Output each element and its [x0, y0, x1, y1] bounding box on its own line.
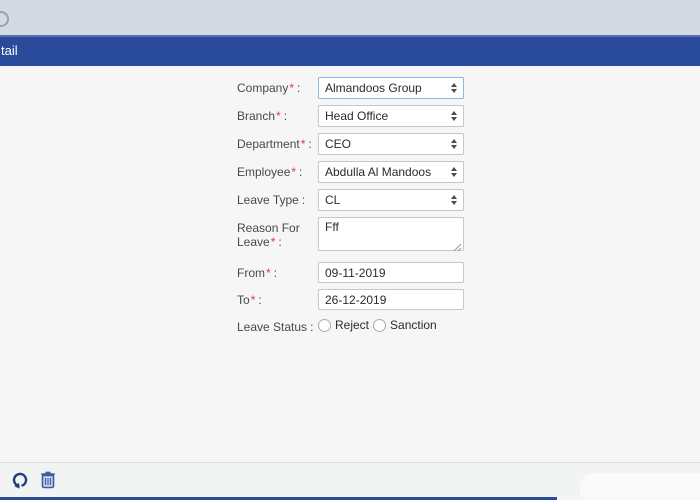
refresh-button[interactable] — [10, 471, 30, 491]
required-asterisk: * — [289, 81, 295, 95]
form-row-department: Department*: CEO — [237, 133, 700, 155]
branch-select[interactable]: Head Office — [318, 105, 464, 127]
form-row-company: Company*: Almandoos Group — [237, 77, 700, 99]
required-asterisk: * — [291, 165, 297, 179]
reason-textarea[interactable]: Fff — [318, 217, 464, 251]
select-spinner-icon — [451, 111, 457, 121]
employee-label: Employee*: — [237, 165, 303, 179]
form-row-to: To*: — [237, 289, 700, 310]
leave-status-label: Leave Status: — [237, 320, 314, 334]
department-label: Department*: — [237, 137, 312, 151]
form-row-from: From*: — [237, 262, 700, 283]
circle-icon — [0, 11, 9, 27]
department-select[interactable]: CEO — [318, 133, 464, 155]
top-bar — [0, 0, 700, 35]
page-header: tail — [0, 35, 700, 66]
footer-highlight — [580, 473, 700, 497]
required-asterisk: * — [276, 109, 281, 123]
reason-label: Reason For Leave*: — [237, 221, 300, 249]
to-label: To*: — [237, 293, 262, 307]
required-asterisk: * — [266, 266, 271, 280]
company-label: Company*: — [237, 81, 301, 95]
branch-label: Branch*: — [237, 109, 288, 123]
form-row-branch: Branch*: Head Office — [237, 105, 700, 127]
footer-toolbar — [0, 462, 700, 497]
delete-button[interactable] — [38, 471, 58, 491]
select-spinner-icon — [451, 167, 457, 177]
form-row-reason: Reason For Leave*: Fff — [237, 217, 700, 256]
form-row-employee: Employee*: Abdulla Al Mandoos — [237, 161, 700, 183]
to-date-input[interactable] — [318, 289, 464, 310]
refresh-icon — [12, 472, 28, 489]
from-date-input[interactable] — [318, 262, 464, 283]
sanction-radio-label: Sanction — [390, 318, 437, 332]
employee-select[interactable]: Abdulla Al Mandoos — [318, 161, 464, 183]
from-label: From*: — [237, 266, 278, 280]
page-title: tail — [1, 43, 18, 58]
leave-type-select[interactable]: CL — [318, 189, 464, 211]
leave-detail-window: tail Company*: Almandoos Group Branch*: … — [0, 0, 700, 500]
select-spinner-icon — [451, 139, 457, 149]
form-row-leave-type: Leave Type: CL — [237, 189, 700, 211]
company-select[interactable]: Almandoos Group — [318, 77, 464, 99]
required-asterisk: * — [250, 293, 256, 307]
form-row-leave-status: Leave Status: Reject Sanction — [237, 316, 700, 334]
required-asterisk: * — [270, 235, 276, 249]
required-asterisk: * — [300, 137, 306, 151]
select-spinner-icon — [451, 195, 457, 205]
trash-icon — [41, 471, 55, 489]
reject-radio[interactable] — [318, 318, 331, 332]
select-spinner-icon — [451, 83, 457, 93]
leave-type-label: Leave Type: — [237, 193, 306, 207]
leave-detail-form: Company*: Almandoos Group Branch*: Head … — [0, 66, 700, 462]
sanction-radio[interactable] — [373, 318, 387, 332]
reject-radio-label: Reject — [335, 318, 370, 332]
